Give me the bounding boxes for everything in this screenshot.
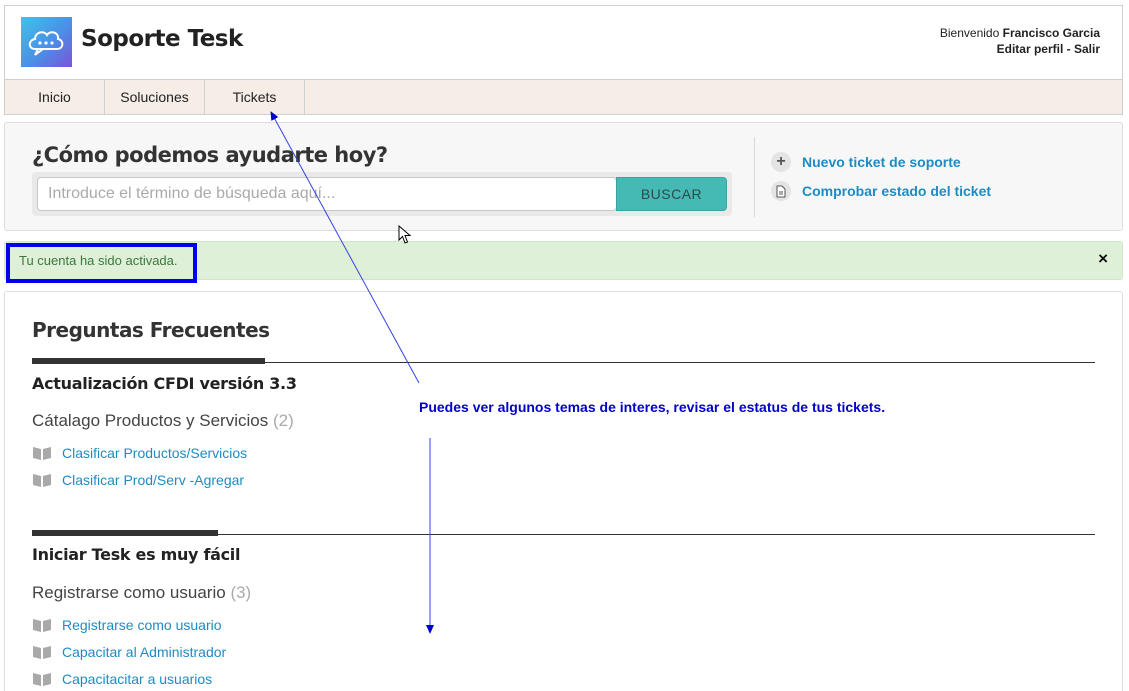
edit-profile-link[interactable]: Editar perfil	[997, 42, 1064, 56]
article-link[interactable]: Capacitar al Administrador	[32, 644, 226, 660]
main-nav: Inicio Soluciones Tickets	[4, 79, 1123, 115]
section-title[interactable]: Iniciar Tesk es muy fácil	[32, 545, 240, 564]
article-link[interactable]: Registrarse como usuario	[32, 617, 222, 633]
mouse-cursor-icon	[398, 225, 412, 244]
article-label: Capacitacitar a usuarios	[62, 671, 213, 687]
search-button[interactable]: BUSCAR	[616, 177, 727, 211]
section-rule	[32, 530, 1095, 536]
book-icon	[33, 474, 51, 487]
category-label: Registrarse como usuario	[32, 583, 226, 602]
nav-item-tickets[interactable]: Tickets	[205, 80, 305, 114]
logo[interactable]	[21, 17, 72, 67]
welcome-prefix: Bienvenido	[939, 26, 1000, 40]
highlight-box	[6, 243, 197, 283]
new-ticket-link[interactable]: + Nuevo ticket de soporte	[771, 152, 961, 172]
check-status-label: Comprobar estado del ticket	[802, 183, 992, 199]
search-box: Introduce el término de búsqueda aquí...…	[32, 172, 732, 216]
faq-panel: Preguntas Frecuentes Actualización CFDI …	[4, 291, 1123, 691]
category-title[interactable]: Cátalago Productos y Servicios (2)	[32, 411, 294, 431]
category-count: (3)	[230, 583, 252, 602]
book-icon	[33, 619, 51, 632]
article-label: Registrarse como usuario	[62, 617, 222, 633]
article-label: Clasificar Prod/Serv -Agregar	[62, 472, 245, 488]
faq-title: Preguntas Frecuentes	[32, 318, 270, 342]
category-count: (2)	[272, 411, 294, 430]
book-icon	[33, 646, 51, 659]
link-separator: -	[1063, 42, 1074, 56]
search-panel: ¿Cómo podemos ayudarte hoy? Introduce el…	[4, 122, 1123, 231]
new-ticket-label: Nuevo ticket de soporte	[802, 154, 961, 170]
article-link[interactable]: Capacitacitar a usuarios	[32, 671, 212, 687]
brand-name[interactable]: Soporte Tesk	[81, 26, 243, 52]
article-label: Clasificar Productos/Servicios	[62, 445, 248, 461]
plus-icon: +	[771, 152, 791, 172]
logout-link[interactable]: Salir	[1074, 42, 1100, 56]
annotation-text: Puedes ver algunos temas de interes, rev…	[419, 399, 886, 415]
divider	[754, 137, 755, 217]
search-input[interactable]: Introduce el término de búsqueda aquí...	[37, 177, 617, 211]
section-title[interactable]: Actualización CFDI versión 3.3	[32, 374, 297, 393]
search-title: ¿Cómo podemos ayudarte hoy?	[32, 143, 388, 167]
section-rule	[32, 358, 1095, 364]
category-label: Cátalago Productos y Servicios	[32, 411, 269, 430]
check-status-link[interactable]: Comprobar estado del ticket	[771, 181, 991, 201]
category-title[interactable]: Registrarse como usuario (3)	[32, 583, 251, 603]
cloud-chat-icon	[28, 31, 64, 56]
close-icon[interactable]: ×	[1098, 249, 1108, 269]
book-icon	[33, 673, 51, 686]
book-icon	[33, 447, 51, 460]
article-link[interactable]: Clasificar Prod/Serv -Agregar	[32, 472, 244, 488]
site-header: Soporte Tesk Bienvenido Francisco Garcia…	[4, 5, 1123, 79]
nav-item-inicio[interactable]: Inicio	[5, 80, 105, 114]
nav-item-soluciones[interactable]: Soluciones	[105, 80, 205, 114]
article-link[interactable]: Clasificar Productos/Servicios	[32, 445, 247, 461]
document-icon	[771, 181, 791, 201]
user-name: Francisco Garcia	[1002, 26, 1100, 40]
article-label: Capacitar al Administrador	[62, 644, 227, 660]
welcome-block: Bienvenido Francisco Garcia Editar perfi…	[940, 25, 1100, 57]
